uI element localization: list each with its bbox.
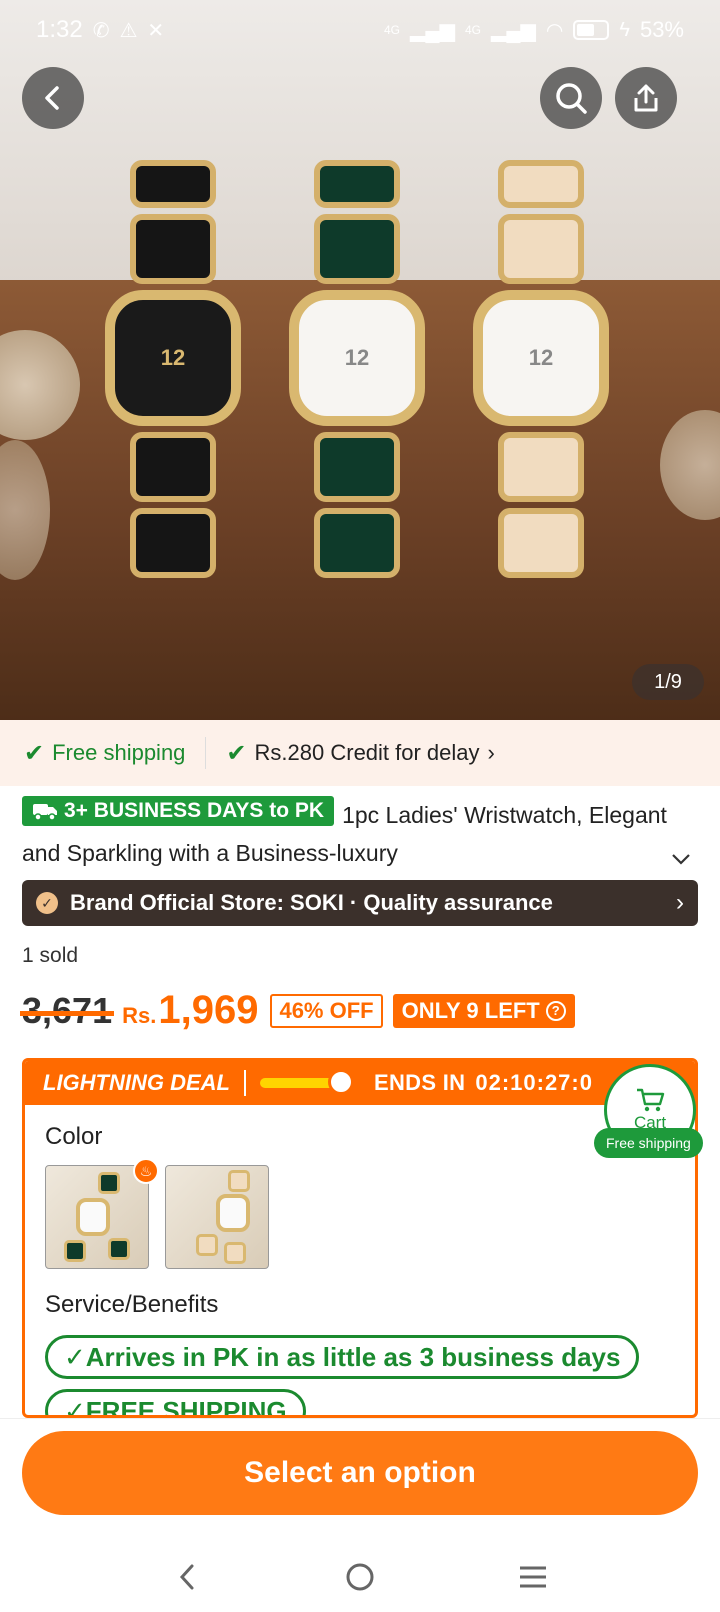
shipping-info-strip[interactable]: ✔ Free shipping ✔ Rs.280 Credit for dela… xyxy=(0,720,720,786)
system-navigation-bar xyxy=(0,1547,720,1607)
check-icon: ✔ xyxy=(226,739,247,767)
divider xyxy=(205,737,207,769)
expand-title-button[interactable] xyxy=(670,846,692,872)
nav-back-button[interactable] xyxy=(147,1562,227,1592)
nav-home-button[interactable] xyxy=(320,1561,400,1593)
brand-store-bar[interactable]: ✓ Brand Official Store: SOKI · Quality a… xyxy=(22,880,698,926)
delivery-days-badge: 3+ BUSINESS DAYS to PK xyxy=(22,796,335,826)
back-icon xyxy=(179,1564,194,1590)
color-label: Color xyxy=(45,1123,103,1150)
truck-icon xyxy=(33,804,57,821)
service-benefits-label: Service/Benefits xyxy=(45,1291,219,1318)
charging-icon: ϟ xyxy=(619,18,630,41)
chevron-right-icon: › xyxy=(487,740,495,765)
lightning-deal-label: LIGHTNING DEAL xyxy=(43,1070,230,1095)
watch-green: 12 xyxy=(289,160,425,584)
service-chip-free-shipping: ✓FREE SHIPPING xyxy=(45,1389,306,1415)
battery-icon xyxy=(573,20,610,40)
question-icon: ? xyxy=(545,1000,566,1021)
back-button[interactable] xyxy=(22,67,84,129)
countdown-timer: 02:10:27:0 xyxy=(475,1070,593,1095)
lightning-deal-panel: LIGHTNING DEAL ENDS IN 02:10:27:0 Color … xyxy=(22,1058,698,1418)
search-icon xyxy=(556,83,587,114)
status-time: 1:32 xyxy=(36,16,83,43)
wifi-icon: ◠ xyxy=(545,19,564,42)
battery-percent: 53% xyxy=(639,17,684,42)
divider xyxy=(244,1070,246,1096)
clock-icon xyxy=(328,1069,354,1095)
share-button[interactable] xyxy=(615,67,677,129)
service-chip-arrival: ✓Arrives in PK in as little as 3 busines… xyxy=(45,1335,640,1379)
tools-icon: ✕ xyxy=(147,19,165,42)
sale-price: Rs. 1,969 xyxy=(122,988,258,1033)
discount-badge: 46% OFF xyxy=(270,993,383,1028)
price-row: 3,671 Rs. 1,969 46% OFF ONLY 9 LEFT ? xyxy=(19,988,575,1033)
ends-in-label: ENDS IN xyxy=(374,1070,466,1095)
deal-progress-bar xyxy=(260,1069,354,1095)
check-icon: ✔ xyxy=(24,739,45,767)
hot-flame-icon: ♨ xyxy=(133,1158,159,1184)
signal-icon: 4G xyxy=(384,23,401,37)
product-image-gallery[interactable]: 12 12 12 1/9 xyxy=(0,0,720,720)
verified-seal-icon: ✓ xyxy=(36,892,58,914)
watch-black: 12 xyxy=(105,160,241,584)
image-page-indicator: 1/9 xyxy=(632,664,704,700)
status-bar: 1:32 ✆ ⚠ ✕ 4G ▂▄▆ 4G ▂▄▆ ◠ ϟ 53% xyxy=(0,0,720,60)
currency: Rs. xyxy=(122,1003,157,1028)
sold-count: 1 sold xyxy=(22,944,79,967)
home-icon xyxy=(346,1563,374,1591)
color-swatch-green[interactable] xyxy=(45,1165,149,1269)
cart-icon xyxy=(637,1088,665,1112)
product-title: 3+ BUSINESS DAYS to PK 1pc Ladies' Wrist… xyxy=(22,796,672,872)
free-shipping-tag: ✔ Free shipping xyxy=(24,739,186,767)
watch-cream: 12 xyxy=(473,160,609,584)
original-price: 3,671 xyxy=(19,989,115,1031)
whatsapp-icon: ✆ xyxy=(92,19,110,42)
search-button[interactable] xyxy=(540,67,602,129)
signal-bars-icon: ▂▄▆ xyxy=(410,19,455,42)
chevron-down-icon xyxy=(672,854,690,865)
select-option-button[interactable]: Select an option xyxy=(22,1431,698,1515)
chevron-left-icon xyxy=(45,86,59,110)
lightning-deal-header: LIGHTNING DEAL ENDS IN 02:10:27:0 xyxy=(25,1061,695,1105)
warning-icon: ⚠ xyxy=(119,19,138,42)
signal-bars-icon: ▂▄▆ xyxy=(490,19,536,42)
brand-store-text: Brand Official Store: SOKI · Quality ass… xyxy=(70,890,553,915)
chevron-right-icon: › xyxy=(676,889,684,916)
menu-icon xyxy=(520,1566,547,1588)
bottom-action-bar: Select an option xyxy=(0,1418,720,1612)
share-icon xyxy=(634,84,658,112)
signal-icon: 4G xyxy=(464,23,481,37)
cart-free-shipping-tag: Free shipping xyxy=(594,1128,703,1158)
color-swatch-cream[interactable] xyxy=(165,1165,269,1269)
stock-badge[interactable]: ONLY 9 LEFT ? xyxy=(392,993,575,1028)
delay-credit-tag[interactable]: ✔ Rs.280 Credit for delay › xyxy=(226,739,494,768)
sale-price-value: 1,969 xyxy=(158,988,259,1032)
nav-menu-button[interactable] xyxy=(493,1564,573,1590)
